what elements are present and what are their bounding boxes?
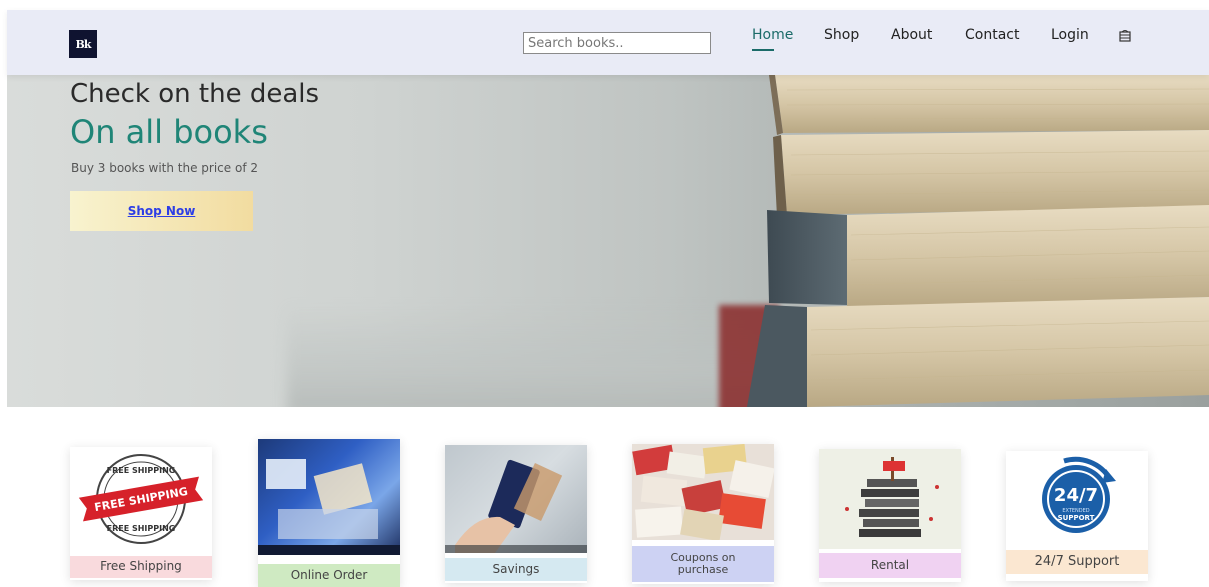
feature-card-support[interactable]: 24/7 EXTENDED SUPPORT 24/7 Support [1006, 451, 1148, 581]
nav-link-login[interactable]: Login [1051, 27, 1089, 43]
savings-image [445, 445, 587, 553]
support-24-7-icon: 24/7 EXTENDED SUPPORT [1042, 456, 1116, 533]
hero-title-line2: On all books [70, 113, 268, 151]
cart-icon[interactable] [1118, 29, 1132, 43]
logo[interactable]: Bk [69, 30, 97, 58]
svg-text:SUPPORT: SUPPORT [1058, 514, 1095, 522]
coupons-image [632, 444, 774, 540]
feature-label: Coupons on purchase [632, 546, 774, 582]
free-shipping-image: FREE SHIPPING FREE SHIPPING FREE SHIPPIN… [70, 447, 212, 551]
feature-label: 24/7 Support [1006, 550, 1148, 574]
svg-text:24/7: 24/7 [1054, 485, 1098, 506]
nav-link-contact[interactable]: Contact [965, 27, 1019, 43]
svg-text:FREE SHIPPING: FREE SHIPPING [107, 466, 176, 475]
hero-banner: Check on the deals On all books Buy 3 bo… [7, 75, 1209, 407]
shop-now-button[interactable]: Shop Now [70, 191, 253, 231]
feature-label: Online Order [258, 564, 400, 587]
feature-card-savings[interactable]: Savings [445, 445, 587, 583]
free-shipping-badge-icon: FREE SHIPPING FREE SHIPPING FREE SHIPPIN… [78, 454, 204, 544]
active-nav-underline [752, 49, 774, 51]
feature-card-coupons[interactable]: Coupons on purchase [632, 444, 774, 584]
support-image: 24/7 EXTENDED SUPPORT [1006, 451, 1148, 543]
feature-label: Savings [445, 558, 587, 581]
nav-link-shop[interactable]: Shop [824, 27, 859, 43]
feature-label: Rental [819, 553, 961, 578]
nav-link-about[interactable]: About [891, 27, 932, 43]
svg-text:FREE SHIPPING: FREE SHIPPING [107, 524, 176, 533]
feature-card-online-order[interactable]: Online Order [258, 439, 400, 587]
online-order-image [258, 439, 400, 555]
feature-card-rental[interactable]: Rental [819, 449, 961, 582]
hero-subtitle: Buy 3 books with the price of 2 [71, 161, 258, 175]
feature-label: Free Shipping [70, 556, 212, 578]
rental-image [819, 449, 961, 549]
feature-card-free-shipping[interactable]: FREE SHIPPING FREE SHIPPING FREE SHIPPIN… [70, 447, 212, 580]
book-stack-image [747, 75, 1209, 407]
hero-title-line1: Check on the deals [70, 79, 320, 109]
nav-link-home[interactable]: Home [752, 27, 793, 43]
search-input[interactable] [523, 32, 711, 54]
navbar: Bk Home Shop About Contact Login [7, 10, 1209, 75]
